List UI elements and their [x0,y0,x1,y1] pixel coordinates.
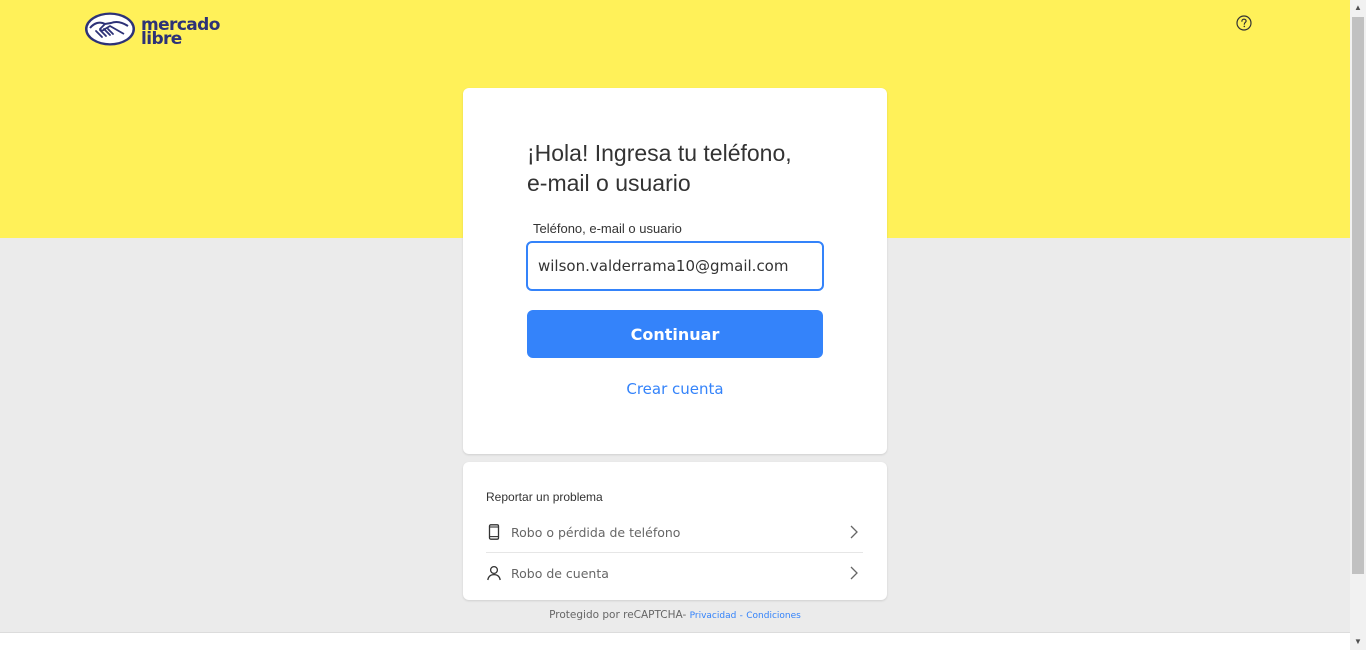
identifier-input[interactable] [528,243,822,289]
logo-wordmark: mercado libre [141,16,220,47]
report-item-phone-theft[interactable]: Robo o pérdida de teléfono [486,512,863,553]
identifier-input-wrapper [526,241,824,291]
chevron-right-icon [849,565,859,581]
footer-separator: - [739,611,743,621]
scrollbar-thumb[interactable] [1352,17,1364,574]
user-icon [486,565,502,581]
help-circle-icon[interactable] [1236,15,1252,31]
page-title: ¡Hola! Ingresa tu teléfono, e-mail o usu… [527,138,847,198]
privacy-link[interactable]: Privacidad [690,611,737,621]
bottom-strip [0,632,1350,650]
report-item-label: Robo o pérdida de teléfono [511,524,681,540]
title-line-1: ¡Hola! Ingresa tu teléfono, [527,140,792,166]
report-item-label: Robo de cuenta [511,565,609,581]
handshake-logo-icon [84,11,136,52]
identifier-field-label: Teléfono, e-mail o usuario [533,221,682,236]
report-item-account-theft[interactable]: Robo de cuenta [486,553,863,593]
recaptcha-notice: Protegido por reCAPTCHA- Privacidad - Co… [463,609,887,621]
terms-link[interactable]: Condiciones [746,611,801,621]
phone-icon [486,524,502,540]
report-problem-title: Reportar un problema [486,490,603,504]
mercadolibre-logo[interactable]: mercado libre [84,11,220,52]
login-card: ¡Hola! Ingresa tu teléfono, e-mail o usu… [463,88,887,454]
continue-button[interactable]: Continuar [527,310,823,358]
page: mercado libre ¡Hola! Ingresa tu teléfono… [0,0,1366,650]
scroll-up-arrow-icon[interactable]: ▲ [1350,0,1366,16]
report-problem-card: Reportar un problema Robo o pérdida de t… [463,462,887,600]
title-line-2: e-mail o usuario [527,170,691,196]
chevron-right-icon [849,524,859,540]
recaptcha-text: Protegido por reCAPTCHA- [549,609,687,621]
page-scrollbar[interactable]: ▲ ▼ [1350,0,1366,650]
create-account-link[interactable]: Crear cuenta [527,380,823,398]
scroll-down-arrow-icon[interactable]: ▼ [1350,634,1366,650]
